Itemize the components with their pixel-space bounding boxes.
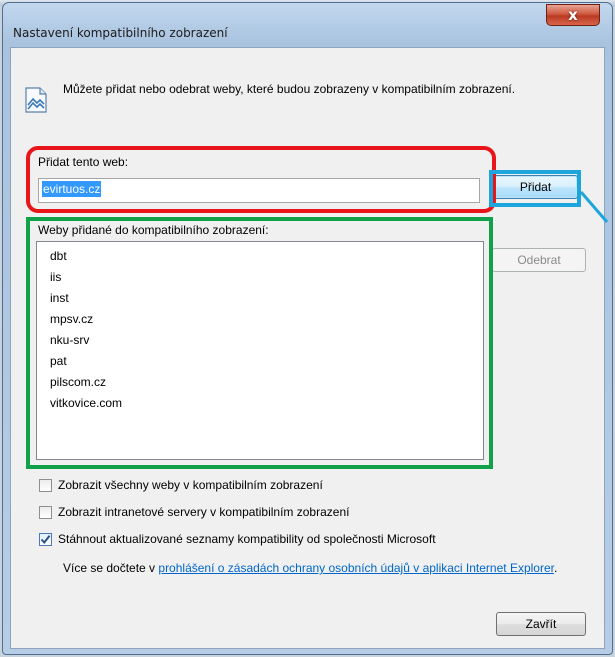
option-label: Zobrazit všechny weby v kompatibilním zo… [58, 478, 323, 492]
checkbox-checked[interactable] [39, 532, 52, 546]
close-icon: x [568, 6, 578, 24]
more-info-prefix: Více se dočtete v [63, 561, 159, 575]
checkbox-unchecked[interactable] [39, 478, 52, 492]
more-info-suffix: . [553, 561, 558, 575]
remove-site-button-label: Odebrat [517, 253, 561, 267]
more-info-text: Více se dočtete v prohlášení o zásadách … [63, 560, 598, 577]
title-bar[interactable]: Nastavení kompatibilního zobrazení x [3, 3, 612, 40]
info-text: Můžete přidat nebo odebrat weby, které b… [63, 82, 516, 96]
close-button-label: Zavřít [525, 617, 557, 631]
option-download-lists[interactable]: Stáhnout aktualizované seznamy kompatibi… [39, 532, 436, 546]
dialog-title: Nastavení kompatibilního zobrazení [13, 26, 228, 40]
annotation-green-frame [26, 217, 493, 469]
checkbox-unchecked[interactable] [39, 505, 52, 519]
close-window-button[interactable]: x [546, 4, 600, 26]
compat-view-icon [24, 87, 48, 113]
dialog-body: Můžete přidat nebo odebrat weby, které b… [10, 47, 609, 649]
annotation-pointer-line [579, 191, 609, 223]
option-show-all-sites[interactable]: Zobrazit všechny weby v kompatibilním zo… [39, 478, 323, 492]
annotation-blue-frame [489, 170, 581, 207]
option-label: Zobrazit intranetové servery v kompatibi… [58, 505, 350, 519]
close-button[interactable]: Zavřít [496, 612, 586, 636]
annotation-red-frame [26, 146, 496, 213]
privacy-statement-link[interactable]: prohlášení o zásadách ochrany osobních ú… [158, 561, 554, 575]
option-show-intranet[interactable]: Zobrazit intranetové servery v kompatibi… [39, 505, 349, 519]
option-label: Stáhnout aktualizované seznamy kompatibi… [58, 532, 436, 546]
compat-view-dialog: Nastavení kompatibilního zobrazení x Můž… [2, 2, 613, 655]
checkmark-icon [40, 534, 51, 544]
remove-site-button[interactable]: Odebrat [492, 248, 586, 272]
